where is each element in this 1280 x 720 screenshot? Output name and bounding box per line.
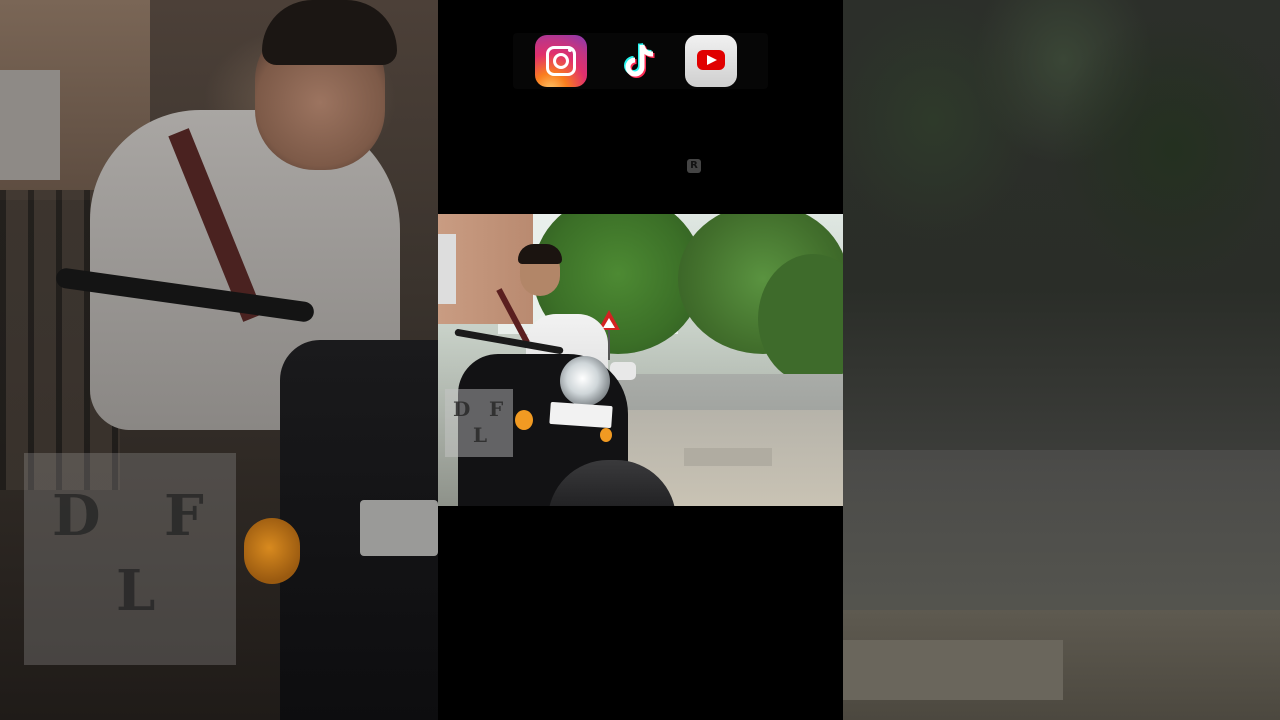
watermark-logo: D F L xyxy=(445,389,513,457)
bg-watermark-logo: D F L xyxy=(24,453,236,665)
tiktok-icon[interactable] xyxy=(614,35,666,87)
video-content[interactable]: D F L xyxy=(438,214,843,506)
video-number-plate xyxy=(549,401,613,429)
video-manhole xyxy=(684,448,772,466)
warning-sign-inner xyxy=(603,318,615,328)
blurred-background-right xyxy=(843,0,1280,720)
blurred-background-left: D F L xyxy=(0,0,438,720)
bg-watermark-letter-l: L xyxy=(116,558,156,624)
bg-slab xyxy=(843,640,1063,700)
watermark-letter-l: L xyxy=(473,423,488,447)
center-column: R D F L xyxy=(438,0,843,720)
video-sign-pole xyxy=(608,330,610,360)
video-headlamp xyxy=(560,356,610,406)
instagram-icon[interactable] xyxy=(535,35,587,87)
social-icons-bar xyxy=(513,33,768,89)
video-frame: D F L R D F L xyxy=(0,0,1280,720)
bg-trees xyxy=(843,0,1280,420)
watermark-letter-d: D xyxy=(453,397,471,421)
video-person-hair xyxy=(518,244,562,264)
bg-window xyxy=(0,70,60,180)
video-indicator-left xyxy=(515,410,533,430)
bg-person-hair xyxy=(262,0,397,65)
bg-indicator-light xyxy=(244,518,300,584)
watermark-letter-f: F xyxy=(489,397,504,421)
video-building-window xyxy=(438,234,456,304)
bg-watermark-letter-d: D xyxy=(52,483,101,549)
bg-watermark-letter-f: F xyxy=(164,483,204,549)
bg-number-plate xyxy=(360,500,438,556)
registered-badge: R xyxy=(687,159,701,173)
bg-road xyxy=(843,450,1280,620)
youtube-icon[interactable] xyxy=(685,35,737,87)
video-indicator-right xyxy=(600,428,612,442)
